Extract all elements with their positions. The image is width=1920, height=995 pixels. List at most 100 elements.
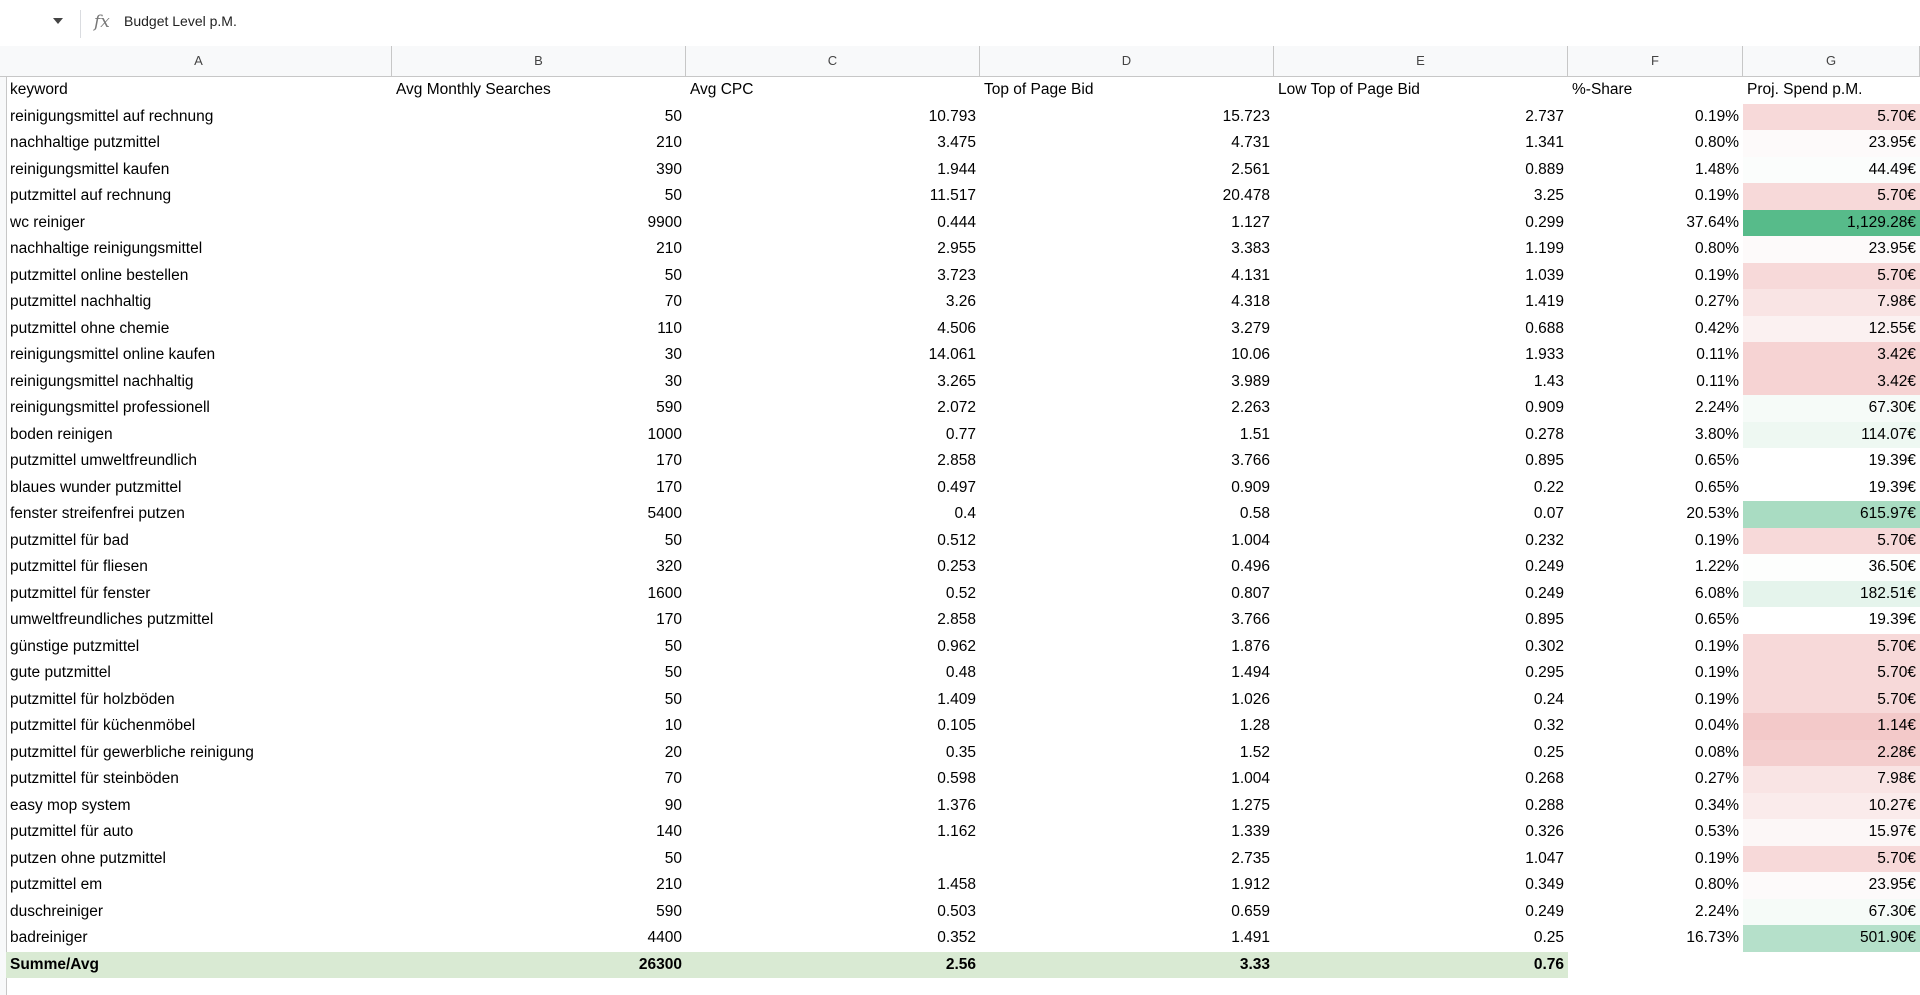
cell-spend[interactable]: 23.95€ [1743, 130, 1920, 157]
cell-low-bid[interactable]: 1.419 [1274, 289, 1568, 316]
cell-searches[interactable]: 30 [392, 342, 686, 369]
cell-cpc[interactable]: 0.4 [686, 501, 980, 528]
cell-searches[interactable]: 4400 [392, 925, 686, 952]
cell-searches[interactable]: 9900 [392, 210, 686, 237]
cell-searches[interactable]: 20 [392, 740, 686, 767]
cell-share[interactable]: 1.48% [1568, 157, 1743, 184]
cell-searches[interactable]: 210 [392, 236, 686, 263]
cell-top-bid[interactable]: 1.491 [980, 925, 1274, 952]
cell-low-bid[interactable]: 0.268 [1274, 766, 1568, 793]
cell-cpc[interactable]: 0.503 [686, 899, 980, 926]
cell-searches[interactable]: 210 [392, 130, 686, 157]
summary-cell-searches[interactable]: 26300 [392, 952, 686, 979]
cell-cpc[interactable]: 2.955 [686, 236, 980, 263]
cell-top-bid[interactable]: 10.06 [980, 342, 1274, 369]
cell-searches[interactable]: 50 [392, 846, 686, 873]
cell-searches[interactable]: 10 [392, 713, 686, 740]
cell-spend[interactable]: 7.98€ [1743, 766, 1920, 793]
cell-share[interactable]: 0.80% [1568, 236, 1743, 263]
cell-keyword[interactable]: fenster streifenfrei putzen [6, 501, 392, 528]
cell-searches[interactable]: 170 [392, 448, 686, 475]
cell-share[interactable]: 1.22% [1568, 554, 1743, 581]
cell-low-bid[interactable]: 3.25 [1274, 183, 1568, 210]
header-cell-b[interactable]: Avg Monthly Searches [392, 77, 686, 104]
cell-top-bid[interactable]: 0.496 [980, 554, 1274, 581]
cell-cpc[interactable]: 0.352 [686, 925, 980, 952]
cell-share[interactable]: 0.27% [1568, 289, 1743, 316]
cell-keyword[interactable]: putzmittel online bestellen [6, 263, 392, 290]
cell-searches[interactable]: 590 [392, 899, 686, 926]
cell-low-bid[interactable]: 0.889 [1274, 157, 1568, 184]
cell-cpc[interactable]: 0.52 [686, 581, 980, 608]
cell-top-bid[interactable]: 3.279 [980, 316, 1274, 343]
cell-top-bid[interactable]: 1.339 [980, 819, 1274, 846]
cell-cpc[interactable] [686, 846, 980, 873]
cell-keyword[interactable]: putzmittel für auto [6, 819, 392, 846]
cell-spend[interactable]: 5.70€ [1743, 845, 1920, 872]
cell-cpc[interactable]: 1.376 [686, 793, 980, 820]
cell-top-bid[interactable]: 1.52 [980, 740, 1274, 767]
cell-keyword[interactable]: gute putzmittel [6, 660, 392, 687]
formula-input[interactable]: Budget Level p.M. [124, 13, 237, 29]
cell-cpc[interactable]: 0.35 [686, 740, 980, 767]
cell-low-bid[interactable]: 0.249 [1274, 581, 1568, 608]
cell-spend[interactable]: 5.70€ [1743, 686, 1920, 713]
cell-cpc[interactable]: 0.105 [686, 713, 980, 740]
cell-spend[interactable]: 12.55€ [1743, 315, 1920, 342]
cell-top-bid[interactable]: 1.026 [980, 687, 1274, 714]
cell-share[interactable]: 0.19% [1568, 846, 1743, 873]
cell-low-bid[interactable]: 1.039 [1274, 263, 1568, 290]
cell-searches[interactable]: 70 [392, 766, 686, 793]
cell-spend[interactable]: 23.95€ [1743, 236, 1920, 263]
cell-share[interactable]: 0.80% [1568, 130, 1743, 157]
cell-spend[interactable]: 19.39€ [1743, 448, 1920, 475]
cell-spend[interactable]: 67.30€ [1743, 898, 1920, 925]
cell-searches[interactable]: 50 [392, 183, 686, 210]
cell-cpc[interactable]: 10.793 [686, 104, 980, 131]
cell-cpc[interactable]: 0.497 [686, 475, 980, 502]
cell-keyword[interactable]: putzmittel für küchenmöbel [6, 713, 392, 740]
cell-keyword[interactable]: umweltfreundliches putzmittel [6, 607, 392, 634]
cell-low-bid[interactable]: 0.299 [1274, 210, 1568, 237]
cell-share[interactable]: 0.19% [1568, 634, 1743, 661]
cell-keyword[interactable]: putzmittel für fliesen [6, 554, 392, 581]
cell-cpc[interactable]: 2.858 [686, 607, 980, 634]
cell-share[interactable]: 0.19% [1568, 660, 1743, 687]
cell-searches[interactable]: 320 [392, 554, 686, 581]
cell-top-bid[interactable]: 2.263 [980, 395, 1274, 422]
cell-keyword[interactable]: badreiniger [6, 925, 392, 952]
cell-low-bid[interactable]: 0.288 [1274, 793, 1568, 820]
cell-cpc[interactable]: 0.598 [686, 766, 980, 793]
cell-cpc[interactable]: 3.475 [686, 130, 980, 157]
cell-top-bid[interactable]: 1.004 [980, 528, 1274, 555]
cell-searches[interactable]: 30 [392, 369, 686, 396]
cell-spend[interactable]: 3.42€ [1743, 368, 1920, 395]
cell-share[interactable]: 0.65% [1568, 448, 1743, 475]
cell-spend[interactable]: 44.49€ [1743, 156, 1920, 183]
cell-low-bid[interactable]: 0.909 [1274, 395, 1568, 422]
cell-share[interactable]: 0.08% [1568, 740, 1743, 767]
cell-spend[interactable]: 15.97€ [1743, 819, 1920, 846]
cell-share[interactable]: 0.42% [1568, 316, 1743, 343]
cell-keyword[interactable]: duschreiniger [6, 899, 392, 926]
cell-low-bid[interactable]: 0.232 [1274, 528, 1568, 555]
chevron-down-icon[interactable] [50, 14, 66, 30]
cell-keyword[interactable]: günstige putzmittel [6, 634, 392, 661]
cell-share[interactable]: 0.11% [1568, 369, 1743, 396]
cell-low-bid[interactable]: 1.199 [1274, 236, 1568, 263]
cell-share[interactable]: 16.73% [1568, 925, 1743, 952]
cell-keyword[interactable]: boden reinigen [6, 422, 392, 449]
cell-top-bid[interactable]: 3.383 [980, 236, 1274, 263]
cell-keyword[interactable]: reinigungsmittel online kaufen [6, 342, 392, 369]
cell-spend[interactable]: 3.42€ [1743, 342, 1920, 369]
cell-searches[interactable]: 210 [392, 872, 686, 899]
cell-searches[interactable]: 170 [392, 475, 686, 502]
header-cell-a[interactable]: keyword [6, 77, 392, 104]
cell-share[interactable]: 0.80% [1568, 872, 1743, 899]
cell-keyword[interactable]: nachhaltige putzmittel [6, 130, 392, 157]
cell-spend[interactable]: 1,129.28€ [1743, 209, 1920, 236]
cell-spend[interactable]: 5.70€ [1743, 633, 1920, 660]
cell-share[interactable]: 0.19% [1568, 528, 1743, 555]
cell-low-bid[interactable]: 0.688 [1274, 316, 1568, 343]
cell-spend[interactable]: 5.70€ [1743, 527, 1920, 554]
